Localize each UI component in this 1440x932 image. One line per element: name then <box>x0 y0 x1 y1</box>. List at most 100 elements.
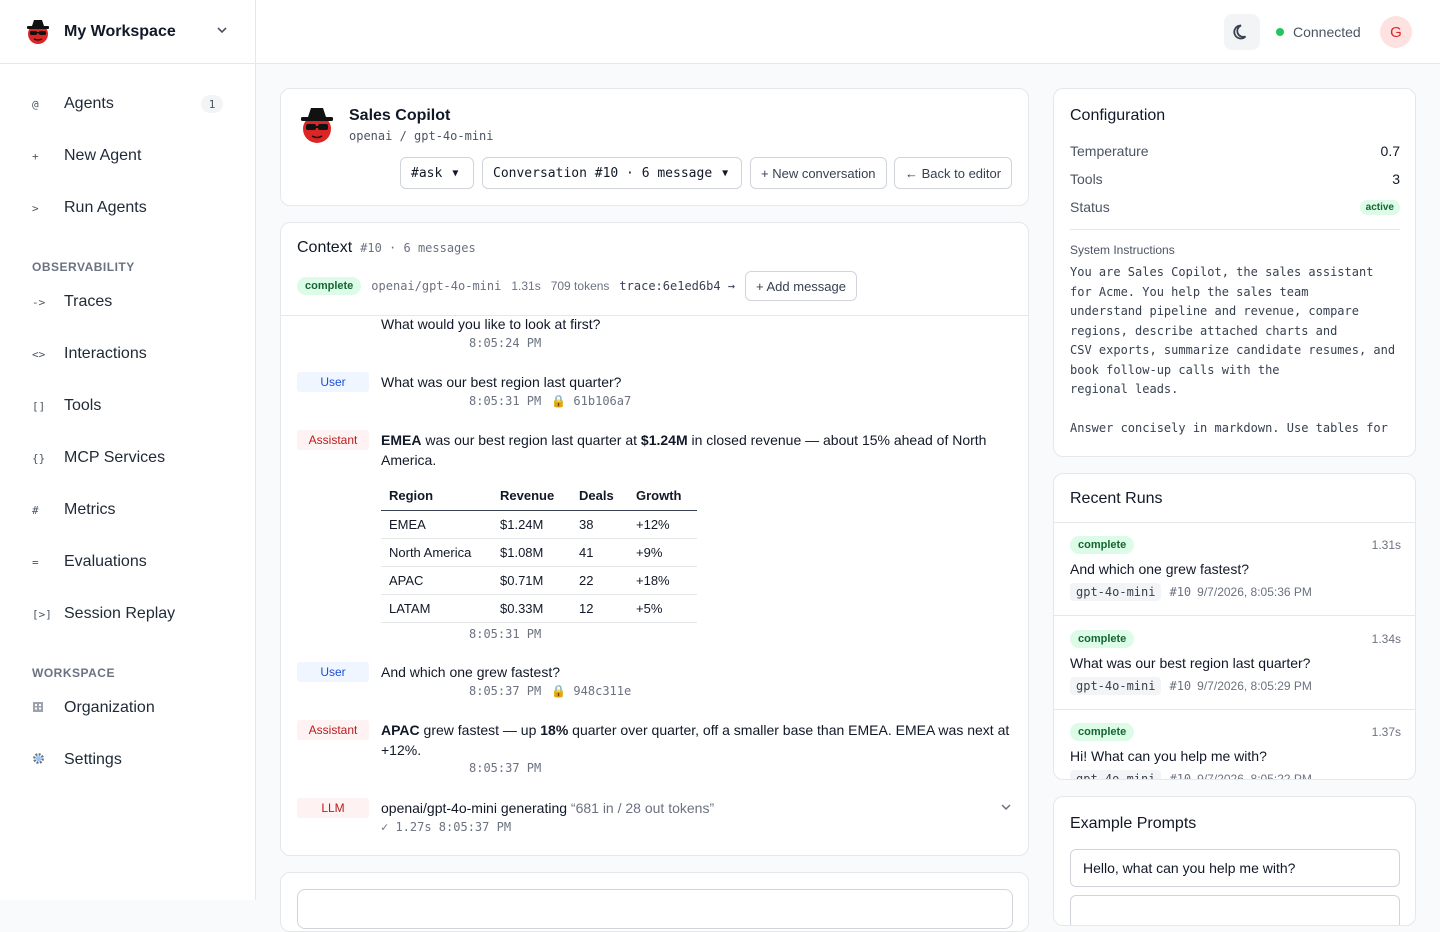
nav-item-label: Session Replay <box>64 605 176 622</box>
message-time: 8:05:31 PM <box>469 394 542 408</box>
table-cell: 38 <box>571 510 628 539</box>
run-item[interactable]: complete 1.37s Hi! What can you help me … <box>1054 710 1415 779</box>
divider <box>1070 229 1400 230</box>
nav-item-agents[interactable]: @ Agents 1 <box>0 78 255 130</box>
connection-status: Connected <box>1276 0 1361 64</box>
message-hash: 🔒 61b106a7 <box>551 394 632 408</box>
table-cell: +9% <box>628 538 697 567</box>
top-bar: Connected G <box>256 0 1440 64</box>
table-cell: $0.71M <box>492 566 571 595</box>
nav-item-traces[interactable]: -> Traces <box>0 276 255 328</box>
llm-time: ✓ 1.27s 8:05:37 PM <box>381 820 512 834</box>
chevron-down-icon: ▼ <box>722 167 729 179</box>
nav-item-evaluations[interactable]: = Evaluations <box>0 536 255 588</box>
conversation-number: #10 <box>1169 585 1192 599</box>
config-value: 3 <box>1392 171 1400 187</box>
context-model: openai/gpt-4o-mini <box>371 279 502 293</box>
message-time: 8:05:37 PM <box>469 761 542 775</box>
example-prompts-card: Example Prompts Hello, what can you help… <box>1053 796 1416 926</box>
example-prompts-title: Example Prompts <box>1070 815 1197 832</box>
message-time: 8:05:31 PM <box>469 626 542 641</box>
nav-item-run-agents[interactable]: > Run Agents <box>0 182 255 234</box>
table-cell: 12 <box>571 594 628 623</box>
conversation-select[interactable]: Conversation #10 · 6 message ▼ <box>482 157 742 189</box>
message-text: What was our best region last quarter? <box>381 374 622 390</box>
nav-item-interactions[interactable]: <> Interactions <box>0 328 255 380</box>
revenue-table: Region Revenue Deals Growth EMEA $1.24M 38… <box>381 482 697 623</box>
run-query: What was our best region last quarter? <box>1070 655 1311 671</box>
run-duration: 1.31s <box>1371 538 1401 552</box>
nav-section-observability: OBSERVABILITY <box>32 260 135 274</box>
role-badge-assistant: Assistant <box>297 430 369 450</box>
nav-item-organization[interactable]: Organization <box>0 682 255 734</box>
nav-item-label: Tools <box>64 397 102 414</box>
composer-card <box>280 872 1029 932</box>
add-message-button[interactable]: + Add message <box>745 271 857 301</box>
nav-item-label: Evaluations <box>64 553 147 570</box>
trace-link[interactable]: trace:6e1ed6b4 → <box>619 279 735 293</box>
model-chip: gpt-4o-mini <box>1070 677 1162 695</box>
message-assistant-partial: What would you like to look at first? 8:… <box>297 314 1013 352</box>
moon-icon <box>1233 24 1247 40</box>
nav-item-metrics[interactable]: # Metrics <box>0 484 255 536</box>
at-icon: @ <box>32 97 39 111</box>
avatar[interactable]: G <box>1380 16 1412 48</box>
status-badge: complete <box>1070 630 1135 648</box>
bold-text: $1.24M <box>640 432 688 448</box>
nav-item-label: Run Agents <box>64 199 147 216</box>
message-text: And which one grew fastest? <box>381 664 560 680</box>
message-user: User What was our best region last quart… <box>297 372 1013 410</box>
workspace-switcher[interactable]: My Workspace <box>0 0 255 64</box>
message-assistant: Assistant EMEA was our best region last … <box>297 430 1013 643</box>
theme-toggle-button[interactable] <box>1224 14 1260 50</box>
context-meta: complete openai/gpt-4o-mini 1.31s 709 to… <box>297 271 857 301</box>
table-cell: LATAM <box>381 594 492 623</box>
table-cell: $0.33M <box>492 594 571 623</box>
new-conversation-button[interactable]: + New conversation <box>750 157 887 189</box>
run-item[interactable]: complete 1.31s And which one grew fastes… <box>1054 523 1415 616</box>
message-text: What would you like to look at first? <box>381 316 601 332</box>
run-meta: gpt-4o-mini #10 9/7/2026, 8:05:22 PM <box>1070 770 1312 779</box>
config-label: Temperature <box>1070 143 1149 159</box>
status-badge: complete <box>297 277 362 295</box>
configuration-title: Configuration <box>1070 107 1166 124</box>
connection-label: Connected <box>1293 24 1361 40</box>
nav-item-tools[interactable]: [] Tools <box>0 380 255 432</box>
traces-icon: -> <box>32 295 46 309</box>
chevron-down-icon: ▼ <box>452 167 459 179</box>
bold-text: APAC <box>381 722 420 738</box>
run-timestamp: 9/7/2026, 8:05:29 PM <box>1197 679 1312 693</box>
table-header: Growth <box>628 482 697 511</box>
bold-text: EMEA <box>381 432 422 448</box>
run-icon: > <box>32 201 39 215</box>
llm-status-text: openai/gpt-4o-mini generating <box>381 800 568 816</box>
text: was our best region last quarter at <box>421 432 641 448</box>
chevron-down-icon[interactable] <box>999 800 1013 817</box>
nav-item-mcp-services[interactable]: {} MCP Services <box>0 432 255 484</box>
message-input[interactable] <box>297 889 1013 929</box>
tools-icon: [] <box>32 399 46 413</box>
example-prompt-button[interactable]: Hello, what can you help me with? <box>1070 849 1400 887</box>
nav-item-settings[interactable]: Settings <box>0 734 255 786</box>
config-temperature: Temperature 0.7 <box>1070 143 1400 159</box>
context-card: Context #10 · 6 messages complete openai… <box>280 222 1029 856</box>
llm-token-quote: “681 in / 28 out tokens” <box>567 800 715 816</box>
mode-select[interactable]: #ask ▼ <box>400 157 474 189</box>
chevron-down-icon[interactable] <box>215 23 229 40</box>
interactions-icon: <> <box>32 347 46 361</box>
role-badge-assistant: Assistant <box>297 720 369 740</box>
message-user: User And which one grew fastest? 8:05:37… <box>297 662 1013 700</box>
sidebar: My Workspace @ Agents 1 + New Agent > Ru… <box>0 0 256 900</box>
nav-item-new-agent[interactable]: + New Agent <box>0 130 255 182</box>
table-row: APAC $0.71M 22 +18% <box>381 566 697 595</box>
back-to-editor-button[interactable]: ← Back to editor <box>894 157 1013 189</box>
main-nav: @ Agents 1 + New Agent > Run Agents OBSE… <box>0 64 255 786</box>
recent-runs-card: Recent Runs complete 1.31s And which one… <box>1053 473 1416 780</box>
table-cell: $1.24M <box>492 510 571 539</box>
model-chip: gpt-4o-mini <box>1070 770 1162 779</box>
workspace-name: My Workspace <box>64 22 176 40</box>
nav-item-session-replay[interactable]: [>] Session Replay <box>0 588 255 640</box>
run-item[interactable]: complete 1.34s What was our best region … <box>1054 617 1415 710</box>
run-timestamp: 9/7/2026, 8:05:36 PM <box>1197 585 1312 599</box>
config-status: Status active <box>1070 199 1400 215</box>
